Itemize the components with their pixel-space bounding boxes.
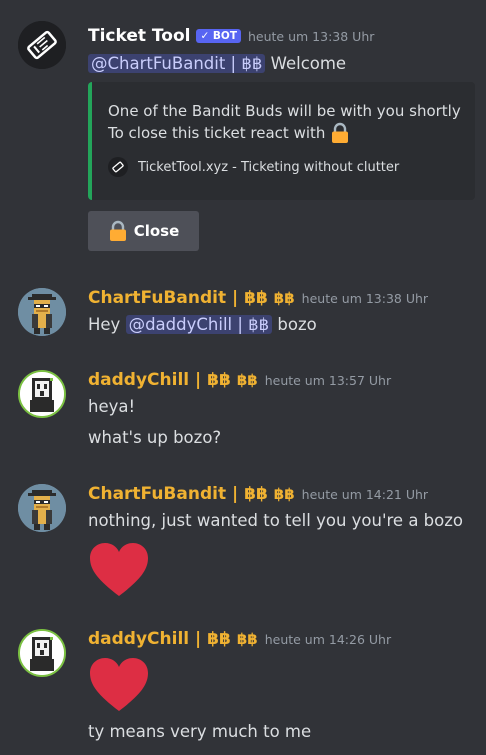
- timestamp: heute um 13:57 Uhr: [264, 373, 392, 388]
- message-text: ty means very much to me: [88, 722, 312, 741]
- embed-footer-text: TicketTool.xyz - Ticketing without clutt…: [138, 159, 400, 175]
- pixel-bandit-avatar-icon: [18, 484, 66, 532]
- message-text: what's up bozo?: [88, 428, 222, 447]
- timestamp: heute um 14:21 Uhr: [301, 487, 429, 502]
- pixel-bandit-avatar-icon: [18, 288, 66, 336]
- heart-icon: [90, 543, 148, 596]
- author-name[interactable]: Ticket Tool: [88, 26, 190, 46]
- role-icon: ฿฿: [236, 630, 258, 648]
- message-chartfubandit-2: ChartFuBandit | ฿฿ ฿฿ heute um 14:21 Uhr…: [0, 476, 486, 606]
- daddychill-avatar[interactable]: [18, 629, 66, 677]
- message-text: Hey: [88, 315, 126, 334]
- user-mention[interactable]: @ChartFuBandit | ฿฿: [88, 54, 266, 73]
- message-daddychill-2: daddyChill | ฿฿ ฿฿ heute um 14:26 Uhr ty…: [0, 621, 486, 755]
- close-ticket-button[interactable]: Close: [88, 211, 199, 251]
- user-mention[interactable]: @daddyChill | ฿฿: [125, 315, 273, 334]
- embed-line-1: One of the Bandit Buds will be with you …: [108, 102, 461, 120]
- bot-badge: ✓ BOT: [196, 29, 241, 43]
- message-text: bozo: [272, 315, 317, 334]
- ticket-tool-small-icon: [108, 157, 128, 177]
- role-icon: ฿฿: [236, 371, 258, 389]
- chartfubandit-avatar[interactable]: [18, 484, 66, 532]
- role-icon: ฿฿: [273, 289, 295, 307]
- message-text: heya!: [88, 397, 136, 416]
- message-content: Hey @daddyChill | ฿฿ bozo: [88, 315, 317, 334]
- ticket-tool-avatar[interactable]: [18, 21, 66, 69]
- heart-icon: [90, 658, 148, 711]
- timestamp: heute um 13:38 Uhr: [248, 29, 375, 44]
- message-content: @ChartFuBandit | ฿฿ Welcome: [88, 54, 346, 73]
- author-name[interactable]: daddyChill | ฿฿: [88, 370, 231, 390]
- author-name[interactable]: ChartFuBandit | ฿฿: [88, 484, 268, 504]
- embed-description: One of the Bandit Buds will be with you …: [108, 100, 461, 144]
- lock-icon: [109, 220, 126, 241]
- chartfubandit-avatar[interactable]: [18, 288, 66, 336]
- embed-line-2: To close this ticket react with: [108, 124, 326, 142]
- author-name[interactable]: daddyChill | ฿฿: [88, 629, 231, 649]
- role-icon: ฿฿: [273, 485, 295, 503]
- close-button-label: Close: [133, 222, 180, 240]
- ticket-icon: [18, 21, 66, 69]
- embed-footer: TicketTool.xyz - Ticketing without clutt…: [108, 157, 399, 177]
- message-chartfubandit-1: ChartFuBandit | ฿฿ ฿฿ heute um 13:38 Uhr…: [0, 280, 486, 350]
- pixel-ghost-avatar-icon: [20, 631, 64, 675]
- timestamp: heute um 13:38 Uhr: [301, 291, 429, 306]
- timestamp: heute um 14:26 Uhr: [264, 632, 392, 647]
- lock-icon: [332, 122, 349, 143]
- message-daddychill-1: daddyChill | ฿฿ ฿฿ heute um 13:57 Uhr he…: [0, 362, 486, 462]
- ticket-embed: One of the Bandit Buds will be with you …: [88, 82, 475, 200]
- message-ticket-tool: Ticket Tool ✓ BOT heute um 13:38 Uhr @Ch…: [0, 0, 486, 260]
- daddychill-avatar[interactable]: [18, 370, 66, 418]
- author-name[interactable]: ChartFuBandit | ฿฿: [88, 288, 268, 308]
- pixel-ghost-avatar-icon: [20, 372, 64, 416]
- message-text: Welcome: [265, 54, 347, 73]
- message-text: nothing, just wanted to tell you you're …: [88, 511, 463, 530]
